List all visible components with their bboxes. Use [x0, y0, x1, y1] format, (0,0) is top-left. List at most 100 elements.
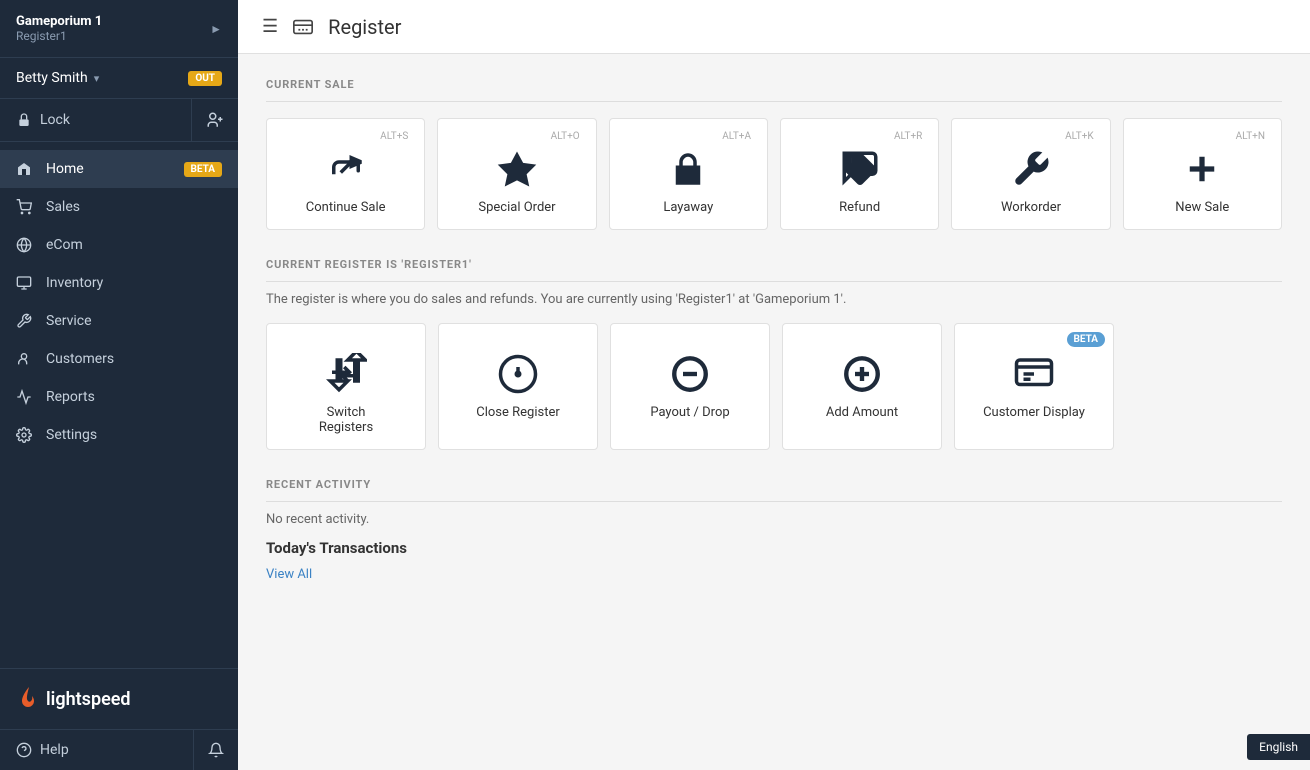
- sidebar-item-settings-label: Settings: [46, 427, 222, 443]
- customer-display-icon: [1013, 353, 1055, 395]
- special-order-card[interactable]: ALT+O Special Order: [437, 118, 596, 230]
- sidebar-item-service[interactable]: Service: [0, 302, 238, 340]
- notifications-button[interactable]: [194, 730, 238, 770]
- sidebar-header[interactable]: Gameporium 1 Register1 ►: [0, 0, 238, 58]
- workorder-card[interactable]: ALT+K Workorder: [951, 118, 1110, 230]
- page-title: Register: [328, 15, 401, 39]
- new-sale-card[interactable]: ALT+N New Sale: [1123, 118, 1282, 230]
- user-status-badge: OUT: [188, 71, 222, 86]
- switch-registers-icon: [325, 353, 367, 395]
- sidebar-item-ecom-label: eCom: [46, 237, 222, 253]
- layaway-label: Layaway: [663, 200, 713, 215]
- home-icon: [16, 161, 36, 177]
- payout-drop-icon: [669, 353, 711, 395]
- view-all-link[interactable]: View All: [266, 567, 312, 582]
- register-info-text: The register is where you do sales and r…: [266, 292, 1282, 307]
- sidebar-item-reports-label: Reports: [46, 389, 222, 405]
- no-activity-text: No recent activity.: [266, 512, 1282, 527]
- continue-sale-card[interactable]: ALT+S Continue Sale: [266, 118, 425, 230]
- refund-label: Refund: [839, 200, 880, 215]
- sidebar-item-customers[interactable]: Customers: [0, 340, 238, 378]
- new-sale-icon: [1181, 148, 1223, 190]
- chevron-right-icon: ►: [210, 22, 222, 36]
- close-register-icon: [497, 353, 539, 395]
- register-name: Register1: [16, 29, 102, 43]
- close-register-label: Close Register: [476, 405, 560, 420]
- continue-sale-shortcut: ALT+S: [380, 131, 408, 142]
- close-register-card[interactable]: Close Register: [438, 323, 598, 450]
- switch-registers-label: Switch Registers: [319, 405, 373, 435]
- continue-sale-icon: [325, 148, 367, 190]
- customers-icon: [16, 351, 36, 367]
- register-icon: [292, 16, 314, 38]
- sidebar-item-service-label: Service: [46, 313, 222, 329]
- register-cards: Switch Registers Close Register: [266, 323, 1282, 450]
- sidebar-item-inventory[interactable]: Inventory: [0, 264, 238, 302]
- user-row: Betty Smith ▾ OUT: [0, 58, 238, 99]
- workorder-shortcut: ALT+K: [1065, 131, 1093, 142]
- payout-drop-label: Payout / Drop: [650, 405, 729, 420]
- workorder-label: Workorder: [1001, 200, 1061, 215]
- reports-icon: [16, 389, 36, 405]
- new-sale-shortcut: ALT+N: [1236, 131, 1265, 142]
- layaway-card[interactable]: ALT+A Layaway: [609, 118, 768, 230]
- sidebar-item-settings[interactable]: Settings: [0, 416, 238, 454]
- sidebar-item-home-label: Home: [46, 161, 174, 177]
- sidebar-item-ecom[interactable]: eCom: [0, 226, 238, 264]
- sidebar-logo: lightspeed: [0, 668, 238, 729]
- help-button[interactable]: Help: [0, 730, 194, 770]
- user-name-display[interactable]: Betty Smith ▾: [16, 70, 99, 86]
- help-label: Help: [40, 742, 69, 758]
- special-order-shortcut: ALT+O: [551, 131, 580, 142]
- logo-text: lightspeed: [46, 689, 131, 710]
- add-amount-icon: [841, 353, 883, 395]
- store-name: Gameporium 1: [16, 14, 102, 29]
- sidebar: Gameporium 1 Register1 ► Betty Smith ▾ O…: [0, 0, 238, 770]
- content-area: CURRENT SALE ALT+S: [238, 54, 1310, 770]
- sidebar-item-customers-label: Customers: [46, 351, 222, 367]
- ecom-icon: [16, 237, 36, 253]
- switch-registers-card[interactable]: Switch Registers: [266, 323, 426, 450]
- topbar: ☰ Register: [238, 0, 1310, 54]
- customer-display-card[interactable]: BETA Customer Display: [954, 323, 1114, 450]
- customer-display-label: Customer Display: [983, 405, 1085, 420]
- flame-icon: [16, 685, 38, 713]
- lock-icon: [16, 112, 32, 128]
- add-amount-label: Add Amount: [826, 405, 898, 420]
- current-sale-cards: ALT+S Continue Sale: [266, 118, 1282, 230]
- add-user-button[interactable]: [192, 99, 238, 141]
- add-amount-card[interactable]: Add Amount: [782, 323, 942, 450]
- payout-drop-card[interactable]: Payout / Drop: [610, 323, 770, 450]
- sidebar-item-sales[interactable]: Sales: [0, 188, 238, 226]
- sidebar-item-inventory-label: Inventory: [46, 275, 222, 291]
- settings-icon: [16, 427, 36, 443]
- main-content: ☰ Register CURRENT SALE ALT+S: [238, 0, 1310, 770]
- lock-row: Lock: [0, 99, 238, 142]
- help-icon: [16, 742, 32, 758]
- bell-icon: [208, 742, 224, 758]
- sidebar-bottom: Help: [0, 729, 238, 770]
- lock-button[interactable]: Lock: [0, 99, 192, 141]
- home-beta-badge: BETA: [184, 162, 223, 177]
- sidebar-item-reports[interactable]: Reports: [0, 378, 238, 416]
- sidebar-nav: Home BETA Sales eCom Inventory: [0, 142, 238, 668]
- layaway-shortcut: ALT+A: [722, 131, 751, 142]
- user-name-label: Betty Smith: [16, 70, 88, 86]
- layaway-icon: [667, 148, 709, 190]
- language-badge[interactable]: English: [1247, 734, 1310, 760]
- service-icon: [16, 313, 36, 329]
- current-sale-section-title: CURRENT SALE: [266, 78, 1282, 102]
- hamburger-menu-icon[interactable]: ☰: [262, 16, 278, 37]
- refund-icon: [839, 148, 881, 190]
- chevron-down-icon: ▾: [94, 72, 100, 85]
- sidebar-item-home[interactable]: Home BETA: [0, 150, 238, 188]
- special-order-icon: [496, 148, 538, 190]
- lock-label: Lock: [40, 112, 70, 128]
- refund-card[interactable]: ALT+R Refund: [780, 118, 939, 230]
- refund-shortcut: ALT+R: [894, 131, 922, 142]
- current-register-section-title: CURRENT REGISTER IS 'REGISTER1': [266, 258, 1282, 282]
- recent-activity-section-title: RECENT ACTIVITY: [266, 478, 1282, 502]
- transactions-title: Today's Transactions: [266, 539, 1282, 557]
- new-sale-label: New Sale: [1175, 200, 1229, 215]
- continue-sale-label: Continue Sale: [306, 200, 386, 215]
